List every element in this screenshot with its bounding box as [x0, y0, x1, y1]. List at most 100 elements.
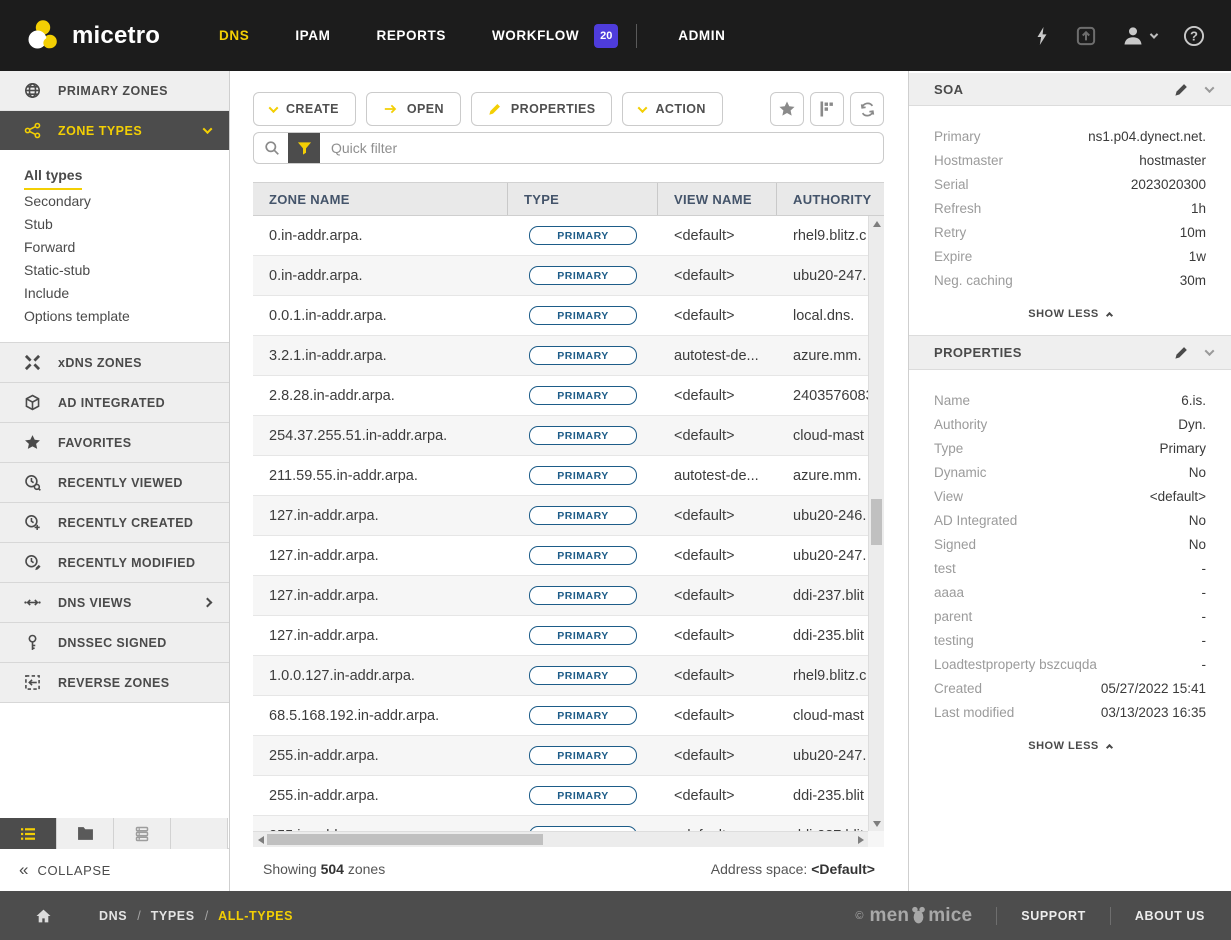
zone-type-filter-static-stub[interactable]: Static-stub	[24, 259, 229, 282]
table-row[interactable]: 127.in-addr.arpa.PRIMARY<default>ddi-235…	[253, 616, 884, 656]
scroll-right-button[interactable]	[853, 832, 868, 847]
vertical-scrollbar[interactable]	[868, 216, 884, 831]
table-row[interactable]: 127.in-addr.arpa.PRIMARY<default>ubu20-2…	[253, 496, 884, 536]
table-row[interactable]: 0.0.1.in-addr.arpa.PRIMARY<default>local…	[253, 296, 884, 336]
property-key: Type	[934, 437, 963, 461]
nav-item-ipam[interactable]: IPAM	[295, 28, 330, 43]
collapse-button[interactable]: « COLLAPSE	[0, 849, 229, 891]
scroll-up-button[interactable]	[869, 216, 884, 231]
type-badge: PRIMARY	[529, 506, 637, 525]
breadcrumb-item-types[interactable]: TYPES	[151, 909, 195, 923]
favorite-star-button[interactable]	[770, 92, 804, 126]
table-header: ZONE NAMETYPEVIEW NAMEAUTHORITY	[253, 182, 884, 216]
type-badge: PRIMARY	[529, 706, 637, 725]
table-row[interactable]: 68.5.168.192.in-addr.arpa.PRIMARY<defaul…	[253, 696, 884, 736]
sidebar-item-ad-integrated[interactable]: AD INTEGRATED	[0, 383, 229, 423]
property-key: Signed	[934, 533, 976, 557]
nav-item-admin[interactable]: ADMIN	[678, 28, 725, 43]
help-icon[interactable]: ?	[1183, 25, 1205, 47]
horizontal-scrollbar[interactable]	[253, 831, 868, 847]
edit-pencil-icon[interactable]	[1174, 82, 1189, 97]
nav-item-dns[interactable]: DNS	[219, 28, 249, 43]
sidebar-section-primary-zones[interactable]: PRIMARY ZONES	[0, 71, 229, 111]
type-badge: PRIMARY	[529, 626, 637, 645]
table-row[interactable]: 211.59.55.in-addr.arpa.PRIMARYautotest-d…	[253, 456, 884, 496]
properties-button[interactable]: PROPERTIES	[471, 92, 613, 126]
table-row[interactable]: 255.in-addr.arpa.PRIMARY<default>ddi-235…	[253, 776, 884, 816]
about-us-link[interactable]: ABOUT US	[1135, 909, 1205, 923]
zone-type-filter-include[interactable]: Include	[24, 282, 229, 305]
scroll-left-button[interactable]	[253, 832, 268, 847]
sidebar-item-recently-viewed[interactable]: RECENTLY VIEWED	[0, 463, 229, 503]
table-row[interactable]: 0.in-addr.arpa.PRIMARY<default>rhel9.bli…	[253, 216, 884, 256]
horizontal-scroll-thumb[interactable]	[267, 834, 543, 845]
sidebar-item-favorites[interactable]: FAVORITES	[0, 423, 229, 463]
sidebar-tab-list[interactable]	[0, 818, 57, 849]
table-row[interactable]: 0.in-addr.arpa.PRIMARY<default>ubu20-247…	[253, 256, 884, 296]
zone-name-cell: 127.in-addr.arpa.	[253, 548, 508, 564]
breadcrumb-item-all-types[interactable]: ALL-TYPES	[218, 909, 293, 923]
nav-item-reports[interactable]: REPORTS	[376, 28, 445, 43]
sidebar-item-recently-created[interactable]: RECENTLY CREATED	[0, 503, 229, 543]
sidebar-item-dns-views[interactable]: DNS VIEWS	[0, 583, 229, 623]
nav-item-workflow[interactable]: WORKFLOW	[492, 28, 579, 43]
table-row[interactable]: 2.8.28.in-addr.arpa.PRIMARY<default>2403…	[253, 376, 884, 416]
edit-pencil-icon[interactable]	[1174, 345, 1189, 360]
chevron-down-icon[interactable]	[1205, 83, 1215, 93]
property-key: Name	[934, 389, 970, 413]
column-header-zone-name[interactable]: ZONE NAME	[253, 183, 508, 215]
sidebar-item-recently-modified[interactable]: RECENTLY MODIFIED	[0, 543, 229, 583]
zone-type-filter-all-types[interactable]: All types	[24, 164, 229, 190]
action-button[interactable]: ACTION	[622, 92, 722, 126]
flag-button[interactable]	[810, 92, 844, 126]
sidebar-tab-server[interactable]	[114, 818, 171, 849]
property-row: test-	[934, 557, 1206, 581]
sidebar-item-reverse-zones[interactable]: REVERSE ZONES	[0, 663, 229, 703]
user-menu[interactable]	[1122, 25, 1157, 47]
sidebar-item-xdns-zones[interactable]: xDNS ZONES	[0, 343, 229, 383]
quick-filter-input[interactable]	[320, 140, 883, 156]
micetro-logo[interactable]: micetro	[26, 18, 196, 54]
sidebar-items: xDNS ZONESAD INTEGRATEDFAVORITESRECENTLY…	[0, 342, 229, 703]
soa-show-less-button[interactable]: SHOW LESS	[909, 297, 1231, 335]
type-badge: PRIMARY	[529, 786, 637, 805]
zone-type-filter-stub[interactable]: Stub	[24, 213, 229, 236]
bolt-icon[interactable]	[1034, 26, 1050, 46]
column-header-authority[interactable]: AUTHORITY	[777, 183, 884, 215]
column-header-type[interactable]: TYPE	[508, 183, 658, 215]
table-row[interactable]: 127.in-addr.arpa.PRIMARY<default>ddi-237…	[253, 576, 884, 616]
sidebar-section-label: ZONE TYPES	[58, 124, 142, 138]
create-button[interactable]: CREATE	[253, 92, 356, 126]
support-link[interactable]: SUPPORT	[1021, 909, 1086, 923]
sidebar-item-label: REVERSE ZONES	[58, 676, 169, 690]
sidebar-tab-folder[interactable]	[57, 818, 114, 849]
type-cell: PRIMARY	[508, 266, 658, 285]
table-row[interactable]: 127.in-addr.arpa.PRIMARY<default>ubu20-2…	[253, 536, 884, 576]
open-button[interactable]: OPEN	[366, 92, 461, 126]
breadcrumb-item-dns[interactable]: DNS	[99, 909, 127, 923]
type-cell: PRIMARY	[508, 746, 658, 765]
scroll-down-button[interactable]	[869, 816, 884, 831]
refresh-button[interactable]	[850, 92, 884, 126]
zone-type-filter-options-template[interactable]: Options template	[24, 305, 229, 328]
table-row[interactable]: 1.0.0.127.in-addr.arpa.PRIMARY<default>r…	[253, 656, 884, 696]
sidebar-section-zone-types[interactable]: ZONE TYPES	[0, 111, 229, 150]
filter-funnel-button[interactable]	[288, 132, 320, 164]
chevron-down-icon[interactable]	[1205, 346, 1215, 356]
column-header-view-name[interactable]: VIEW NAME	[658, 183, 777, 215]
table-row[interactable]: 255.in-addr.arpa.PRIMARY<default>ubu20-2…	[253, 736, 884, 776]
zone-type-filter-secondary[interactable]: Secondary	[24, 190, 229, 213]
home-icon[interactable]	[35, 908, 52, 924]
box-up-icon[interactable]	[1076, 26, 1096, 46]
workflow-count-badge[interactable]: 20	[594, 24, 618, 48]
table-row[interactable]: 254.37.255.51.in-addr.arpa.PRIMARY<defau…	[253, 416, 884, 456]
sidebar-item-dnssec-signed[interactable]: DNSSEC SIGNED	[0, 623, 229, 663]
zone-count: 504	[321, 861, 344, 877]
main-content: CREATE OPEN PROPERTIES ACTION	[230, 71, 908, 891]
table-row[interactable]: 3.2.1.in-addr.arpa.PRIMARYautotest-de...…	[253, 336, 884, 376]
properties-show-less-button[interactable]: SHOW LESS	[909, 729, 1231, 767]
zone-type-filter-forward[interactable]: Forward	[24, 236, 229, 259]
menandmice-logo[interactable]: © men mice	[855, 905, 972, 927]
properties-header: PROPERTIES	[909, 335, 1231, 370]
vertical-scroll-thumb[interactable]	[871, 499, 882, 545]
